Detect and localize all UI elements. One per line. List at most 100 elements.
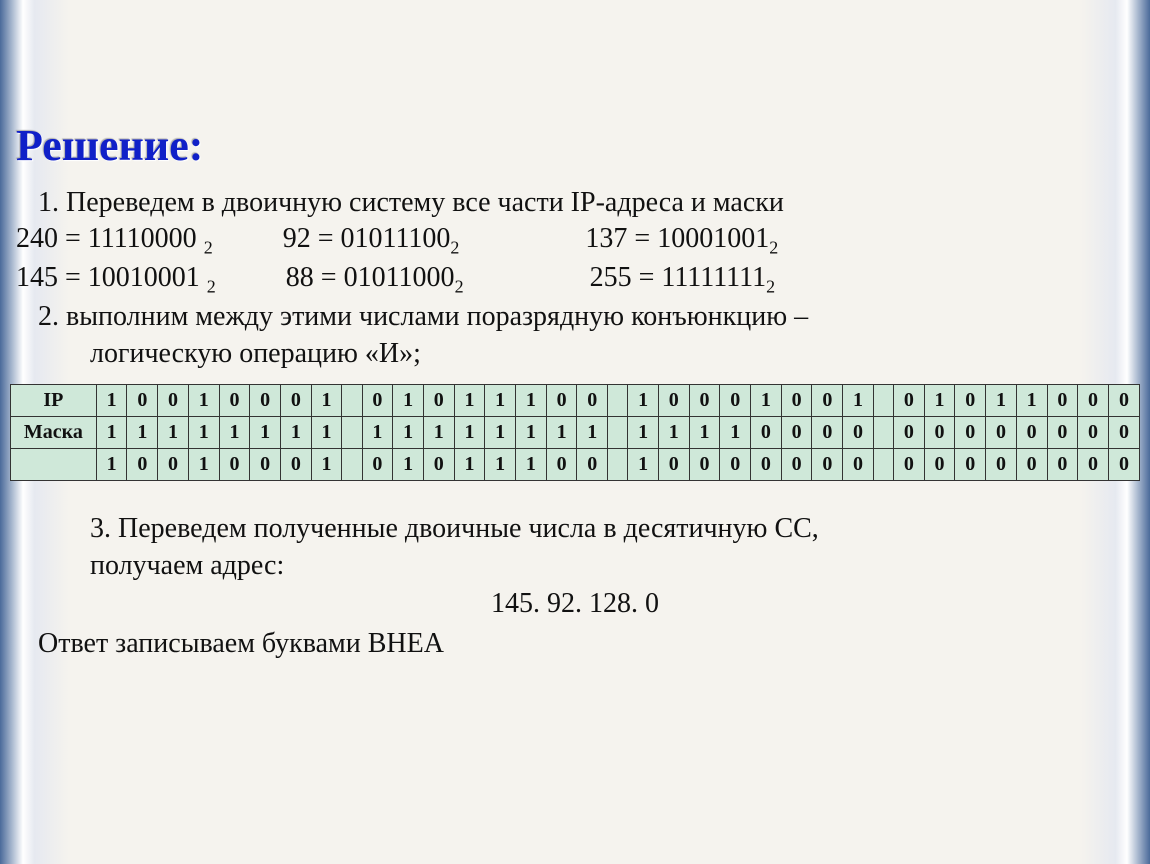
bit-cell: 1 [924,385,955,417]
bit-cell: 0 [1047,385,1078,417]
table-row: IP10010001010111001000100101011000 [11,385,1140,417]
bit-cell: 0 [986,417,1017,449]
heading-solution: Решение: [12,120,1098,171]
bit-cell: 1 [362,417,393,449]
bit-cell: 1 [393,449,424,481]
bit-cell: 0 [812,385,843,417]
bit-cell: 0 [658,449,689,481]
conv-240: 240 = 11110000 [16,223,204,254]
bit-cell: 0 [362,385,393,417]
bit-cell: 0 [1078,417,1109,449]
bit-cell: 1 [986,385,1017,417]
bit-cell: 0 [1047,449,1078,481]
row-label [11,449,97,481]
bit-cell: 0 [250,385,281,417]
bit-cell: 1 [188,449,219,481]
bit-cell: 1 [751,385,782,417]
bit-cell: 0 [281,385,312,417]
conv-92: 92 = 01011100 [283,223,451,254]
bit-cell: 0 [158,385,189,417]
octet-gap [608,417,628,449]
binary-conversions-line-1: 240 = 11110000 2 92 = 010111002 137 = 10… [16,221,1098,260]
bit-cell: 1 [250,417,281,449]
table-row: Маска11111111111111111111000000000000 [11,417,1140,449]
bit-cell: 0 [546,385,577,417]
bit-cell: 0 [751,417,782,449]
bit-cell: 0 [1047,417,1078,449]
conv-145: 145 = 10010001 [16,262,207,293]
answer-letters: Ответ записываем буквами ВНЕА [38,626,1098,662]
conv-255: 255 = 11111111 [590,262,767,293]
bit-cell: 0 [219,385,250,417]
octet-gap [873,449,893,481]
result-address: 145. 92. 128. 0 [52,586,1098,622]
bit-cell: 1 [188,385,219,417]
subscript: 2 [207,277,216,297]
bit-cell: 0 [781,449,812,481]
bit-cell: 1 [546,417,577,449]
bit-cell: 0 [812,449,843,481]
bit-cell: 0 [924,417,955,449]
body: 1. Переведем в двоичную систему все част… [52,185,1098,372]
bit-cell: 1 [454,385,485,417]
bit-cell: 1 [393,417,424,449]
step-2-line-b: логическую операцию «И»; [90,336,1098,372]
bit-cell: 1 [454,449,485,481]
bit-cell: 1 [628,417,659,449]
subscript: 2 [766,277,775,297]
subscript: 2 [450,238,459,258]
bit-cell: 0 [423,385,454,417]
bit-cell: 1 [158,417,189,449]
octet-gap [342,385,362,417]
bit-cell: 0 [955,417,986,449]
bit-cell: 1 [628,449,659,481]
bit-cell: 1 [188,417,219,449]
bit-cell: 0 [1108,417,1139,449]
bit-cell: 0 [689,449,720,481]
bit-cell: 0 [158,449,189,481]
bit-cell: 0 [1016,417,1047,449]
conv-88: 88 = 01011000 [286,262,455,293]
bit-cell: 1 [281,417,312,449]
subscript: 2 [204,238,213,258]
octet-gap [342,417,362,449]
conv-137: 137 = 10001001 [585,223,769,254]
bit-cell: 0 [1016,449,1047,481]
bit-cell: 1 [485,417,516,449]
binary-conversions-line-2: 145 = 10010001 2 88 = 010110002 255 = 11… [16,260,1098,299]
bit-cell: 0 [893,385,924,417]
bit-cell: 0 [1078,385,1109,417]
bit-cell: 0 [423,449,454,481]
subscript: 2 [769,238,778,258]
octet-gap [342,449,362,481]
step-2-line-a: 2. выполним между этими числами поразряд… [38,299,1098,335]
bit-cell: 1 [577,417,608,449]
step-3-line-b: получаем адрес: [90,548,1098,584]
bit-cell: 0 [127,449,158,481]
step-1: 1. Переведем в двоичную систему все част… [38,185,1098,221]
bit-cell: 0 [955,385,986,417]
bit-cell: 0 [751,449,782,481]
bit-cell: 1 [96,449,127,481]
table-row: 10010001010111001000000000000000 [11,449,1140,481]
bit-conjunction-table: IP10010001010111001000100101011000Маска1… [10,384,1140,481]
bit-cell: 0 [781,417,812,449]
octet-gap [608,449,628,481]
bit-cell: 1 [516,449,547,481]
bit-cell: 0 [658,385,689,417]
octet-gap [873,417,893,449]
bit-cell: 1 [219,417,250,449]
bit-cell: 0 [127,385,158,417]
bit-cell: 1 [393,385,424,417]
subscript: 2 [455,277,464,297]
bit-cell: 0 [689,385,720,417]
bit-cell: 1 [96,385,127,417]
bit-cell: 0 [281,449,312,481]
bit-cell: 0 [843,449,874,481]
bit-cell: 1 [311,449,342,481]
bit-cell: 1 [689,417,720,449]
bit-cell: 1 [127,417,158,449]
slide: Решение: 1. Переведем в двоичную систему… [0,0,1150,703]
octet-gap [608,385,628,417]
octet-gap [873,385,893,417]
